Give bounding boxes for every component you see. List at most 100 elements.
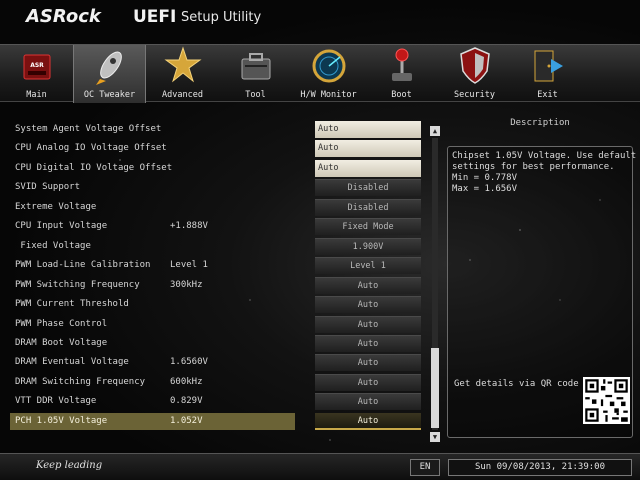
setting-value-selector[interactable]: Auto — [315, 393, 421, 411]
setting-name: PCH 1.05V Voltage — [15, 415, 108, 426]
scroll-thumb[interactable] — [431, 348, 439, 428]
exit-door-icon — [534, 50, 563, 82]
setting-row[interactable]: PCH 1.05V Voltage 1.052V Auto — [10, 412, 430, 431]
setting-row[interactable]: System Agent Voltage Offset Auto — [10, 120, 430, 139]
tab-label: Security — [454, 90, 495, 100]
keep-leading-signature: Keep leading — [36, 460, 103, 471]
setting-name: DRAM Switching Frequency — [15, 376, 146, 387]
tab-exit[interactable]: Exit — [511, 45, 584, 103]
setting-name: CPU Input Voltage — [15, 221, 108, 232]
setting-current-value: Level 1 — [170, 260, 208, 271]
main-nav: ASR Main OC Tweaker Advanced Tool H/W Monitor… — [0, 44, 640, 103]
setting-name: VTT DDR Voltage — [15, 396, 97, 407]
tab-label: Advanced — [162, 90, 203, 100]
asrock-logo: ASRock — [26, 6, 101, 27]
footer-bar: Keep leading EN Sun 09/08/2013, 21:39:00 — [0, 453, 640, 480]
setting-name: Fixed Voltage — [15, 240, 91, 251]
setting-value-selector[interactable]: Auto — [315, 121, 421, 138]
description-line: Max = 1.656V — [452, 184, 518, 194]
description-panel: Chipset 1.05V Voltage. Use default setti… — [447, 146, 637, 438]
language-button[interactable]: EN — [410, 459, 440, 476]
description-line: settings for best performance. — [452, 162, 615, 172]
setting-name: PWM Current Threshold — [15, 299, 129, 310]
tab-advanced[interactable]: Advanced — [146, 45, 219, 103]
tab-label: Boot — [391, 90, 412, 100]
setting-name: PWM Load-Line Calibration — [15, 260, 151, 271]
tab-label: OC Tweaker — [83, 90, 136, 100]
svg-text:ASR: ASR — [30, 62, 44, 69]
setting-value-selector[interactable]: Auto — [315, 315, 421, 333]
setting-name: System Agent Voltage Offset — [15, 124, 162, 134]
tab-label: H/W Monitor — [300, 90, 357, 100]
rocket-icon — [96, 51, 122, 85]
setting-current-value: 300kHz — [170, 279, 203, 290]
setting-current-value: 1.6560V — [170, 357, 208, 368]
setting-row[interactable]: PWM Phase Control Auto — [10, 315, 430, 334]
tab-boot[interactable]: Boot — [365, 45, 438, 103]
tab-h-w-monitor[interactable]: H/W Monitor — [292, 45, 365, 103]
setting-value-selector[interactable]: Auto — [315, 354, 421, 372]
qr-code-icon — [583, 377, 630, 424]
tab-security[interactable]: Security — [438, 45, 511, 103]
scroll-down-arrow-icon[interactable]: ▼ — [430, 432, 440, 442]
setting-value-selector[interactable]: Auto — [315, 412, 421, 430]
tab-oc-tweaker[interactable]: OC Tweaker — [73, 45, 146, 103]
tab-label: Exit — [537, 90, 558, 100]
setting-row[interactable]: DRAM Boot Voltage Auto — [10, 334, 430, 353]
setting-row[interactable]: PWM Load-Line Calibration Level 1 Level 1 — [10, 256, 430, 275]
setting-name: CPU Analog IO Voltage Offset — [15, 143, 167, 154]
setting-row[interactable]: Fixed Voltage 1.900V — [10, 237, 430, 256]
setting-name: DRAM Eventual Voltage — [15, 357, 129, 368]
setting-name: CPU Digital IO Voltage Offset — [15, 162, 173, 173]
setting-value-selector[interactable]: Auto — [315, 159, 421, 177]
shield-icon — [460, 47, 490, 84]
setting-current-value: 0.829V — [170, 396, 203, 407]
setting-row[interactable]: PWM Switching Frequency 300kHz Auto — [10, 276, 430, 295]
setting-value-selector[interactable]: Auto — [315, 373, 421, 391]
date-time-display: Sun 09/08/2013, 21:39:00 — [448, 459, 632, 476]
setting-name: PWM Phase Control — [15, 318, 108, 329]
scroll-up-arrow-icon[interactable]: ▲ — [430, 126, 440, 136]
toolbox-icon — [241, 53, 271, 80]
description-title: Description — [510, 118, 570, 128]
setting-name: Extreme Voltage — [15, 201, 97, 212]
setting-row[interactable]: CPU Analog IO Voltage Offset Auto — [10, 139, 430, 158]
tab-label: Main — [26, 90, 47, 100]
star-burst-icon — [164, 46, 202, 83]
setting-row[interactable]: VTT DDR Voltage 0.829V Auto — [10, 392, 430, 411]
description-line: Chipset 1.05V Voltage. Use default — [452, 151, 637, 161]
qr-caption: Get details via QR code — [454, 379, 579, 389]
setting-value-selector[interactable]: Fixed Mode — [315, 218, 421, 236]
setting-value-selector[interactable]: Disabled — [315, 179, 421, 197]
tab-label: Tool — [245, 90, 266, 100]
setting-value-selector[interactable]: Auto — [315, 296, 421, 314]
header: ASRock UEFI Setup Utility — [0, 0, 640, 40]
setting-row[interactable]: DRAM Switching Frequency 600kHz Auto — [10, 373, 430, 392]
setting-value-selector[interactable]: Disabled — [315, 198, 421, 216]
setting-name: PWM Switching Frequency — [15, 279, 140, 290]
setting-row[interactable]: PWM Current Threshold Auto — [10, 295, 430, 314]
setting-value-selector[interactable]: Auto — [315, 334, 421, 352]
setting-value-selector[interactable]: 1.900V — [315, 237, 421, 255]
settings-scrollbar[interactable]: ▲ ▼ — [430, 126, 440, 442]
setting-row[interactable]: Extreme Voltage Disabled — [10, 198, 430, 217]
description-line: Min = 0.778V — [452, 173, 518, 183]
setting-current-value: 600kHz — [170, 376, 203, 387]
uefi-title: UEFI — [133, 7, 177, 27]
setting-current-value: 1.052V — [170, 415, 203, 426]
joystick-icon — [392, 48, 412, 81]
setting-row[interactable]: SVID Support Disabled — [10, 178, 430, 197]
setup-utility-title: Setup Utility — [181, 10, 262, 25]
setting-row[interactable]: DRAM Eventual Voltage 1.6560V Auto — [10, 353, 430, 372]
setting-value-selector[interactable]: Auto — [315, 140, 421, 158]
setting-value-selector[interactable]: Level 1 — [315, 257, 421, 275]
tab-tool[interactable]: Tool — [219, 45, 292, 103]
setting-value-selector[interactable]: Auto — [315, 276, 421, 294]
tab-main[interactable]: ASR Main — [0, 45, 73, 103]
setting-row[interactable]: CPU Input Voltage +1.888V Fixed Mode — [10, 217, 430, 236]
setting-row[interactable]: CPU Digital IO Voltage Offset Auto — [10, 159, 430, 178]
radar-icon — [312, 49, 346, 83]
setting-current-value: +1.888V — [170, 221, 208, 232]
setting-name: SVID Support — [15, 182, 81, 193]
asrock-board-icon: ASR — [23, 54, 51, 80]
